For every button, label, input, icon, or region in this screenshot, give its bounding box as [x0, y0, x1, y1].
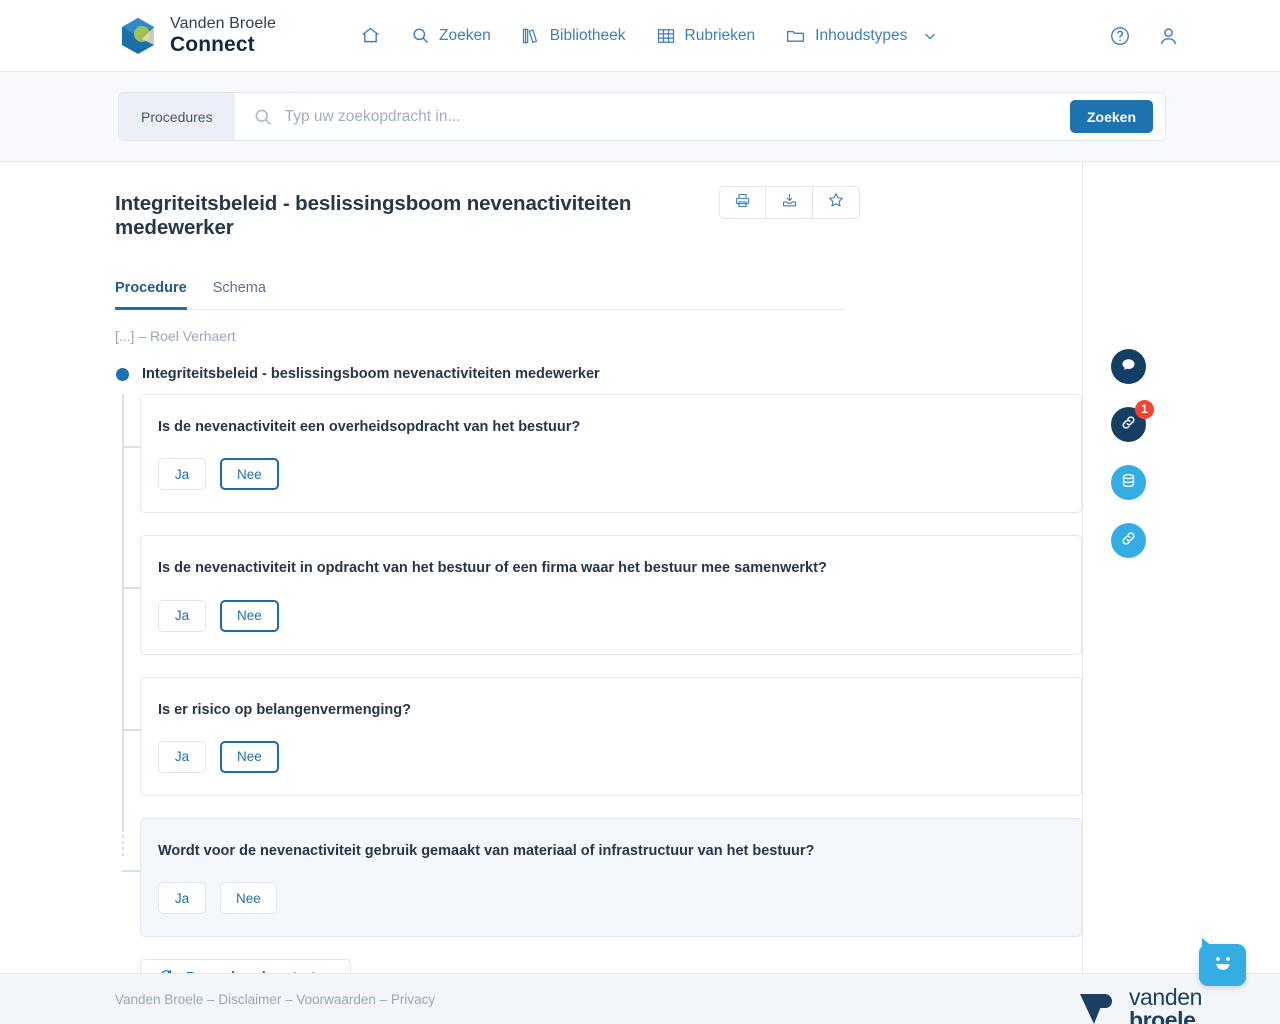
- user-icon[interactable]: [1157, 25, 1180, 48]
- question-text: Is de nevenactiviteit een overheidsopdra…: [158, 417, 1057, 437]
- footer-logo: vanden broele: [1078, 986, 1202, 1024]
- tree-trunk-line: [122, 394, 124, 829]
- right-rail: 1: [1083, 162, 1280, 973]
- tab-schema[interactable]: Schema: [213, 280, 266, 309]
- answer-nee-button[interactable]: Nee: [220, 741, 279, 773]
- grid-icon: [656, 26, 676, 46]
- search-input[interactable]: [285, 108, 1070, 126]
- tree-connector-line: [122, 446, 140, 448]
- books-icon: [521, 26, 541, 46]
- folder-icon: [785, 25, 806, 46]
- brand-logo-group[interactable]: Vanden Broele Connect: [118, 15, 276, 56]
- search-band: Procedures Zoeken: [0, 72, 1280, 162]
- database-icon: [1120, 472, 1137, 494]
- main-navigation: Zoeken Bibliotheek Rubrieken: [360, 25, 939, 46]
- question-card-active: Wordt voor de nevenactiviteit gebruik ge…: [140, 818, 1082, 937]
- document-actions: [719, 186, 860, 219]
- main-area: Integriteitsbeleid - beslissingsboom nev…: [0, 162, 1280, 973]
- answer-group: Ja Nee: [158, 882, 1057, 914]
- links-button[interactable]: 1: [1111, 407, 1146, 442]
- tree-node: Is er risico op belangenvermenging? Ja N…: [140, 677, 1082, 796]
- favorite-button[interactable]: [813, 186, 860, 219]
- tree-node: Is de nevenactiviteit een overheidsopdra…: [140, 394, 1082, 513]
- vanden-broele-mark-icon: [1078, 986, 1120, 1024]
- breadcrumb: [...] – Roel Verhaert: [115, 328, 1082, 344]
- chevron-down-icon[interactable]: [921, 27, 939, 45]
- search-icon: [235, 107, 285, 127]
- answer-group: Ja Nee: [158, 600, 1057, 632]
- nav-inhoudstypes[interactable]: Inhoudstypes: [785, 25, 907, 46]
- nav-bibliotheek[interactable]: Bibliotheek: [521, 26, 626, 46]
- app-header: Vanden Broele Connect Zoeken: [0, 0, 1280, 72]
- tree-connector-line: [122, 587, 140, 589]
- content-column: Integriteitsbeleid - beslissingsboom nev…: [0, 162, 1083, 973]
- nav-home[interactable]: [360, 25, 381, 46]
- header-right-icons: [1109, 0, 1180, 72]
- comment-icon: [1120, 356, 1137, 378]
- nav-bibliotheek-label: Bibliotheek: [550, 27, 626, 45]
- printer-icon: [734, 192, 751, 214]
- answer-ja-button[interactable]: Ja: [158, 882, 206, 914]
- search-scope-selector[interactable]: Procedures: [119, 93, 235, 140]
- tree-node: Is de nevenactiviteit in opdracht van he…: [140, 535, 1082, 654]
- link-icon: [1120, 530, 1137, 552]
- tree-node: Wordt voor de nevenactiviteit gebruik ge…: [140, 818, 1082, 937]
- answer-nee-button[interactable]: Nee: [220, 882, 277, 914]
- nav-inhoudstypes-label: Inhoudstypes: [815, 27, 907, 45]
- brand-name-top: Vanden Broele: [170, 15, 276, 32]
- question-card: Is er risico op belangenvermenging? Ja N…: [140, 677, 1082, 796]
- download-icon: [781, 192, 798, 214]
- related-link-button[interactable]: [1111, 523, 1146, 558]
- question-text: Is de nevenactiviteit in opdracht van he…: [158, 558, 1057, 578]
- nav-zoeken-label: Zoeken: [439, 27, 491, 45]
- comments-button[interactable]: [1111, 349, 1146, 384]
- answer-group: Ja Nee: [158, 458, 1057, 490]
- chat-widget-button[interactable]: [1199, 944, 1246, 986]
- nav-zoeken[interactable]: Zoeken: [411, 26, 491, 45]
- tree-connector-line: [122, 870, 140, 872]
- tree-connector-line: [122, 729, 140, 731]
- tab-procedure[interactable]: Procedure: [115, 280, 187, 310]
- question-text: Is er risico op belangenvermenging?: [158, 700, 1057, 720]
- tree-trunk-dotted-line: [122, 829, 124, 857]
- answer-nee-button[interactable]: Nee: [220, 458, 279, 490]
- app-footer: Vanden Broele – Disclaimer – Voorwaarden…: [0, 973, 1280, 1024]
- chat-smiley-icon: [1210, 953, 1236, 978]
- nav-rubrieken[interactable]: Rubrieken: [656, 26, 756, 46]
- star-icon: [827, 191, 845, 214]
- page-title: Integriteitsbeleid - beslissingsboom nev…: [115, 192, 719, 240]
- links-badge: 1: [1135, 400, 1154, 419]
- question-text: Wordt voor de nevenactiviteit gebruik ge…: [158, 841, 1057, 861]
- nav-rubrieken-label: Rubrieken: [685, 27, 756, 45]
- home-icon: [360, 25, 381, 46]
- database-button[interactable]: [1111, 465, 1146, 500]
- answer-nee-button[interactable]: Nee: [220, 600, 279, 632]
- answer-ja-button[interactable]: Ja: [158, 600, 206, 632]
- answer-ja-button[interactable]: Ja: [158, 458, 206, 490]
- tree-root-dot-icon: [116, 368, 129, 381]
- title-row: Integriteitsbeleid - beslissingsboom nev…: [115, 162, 1082, 240]
- search-icon: [411, 26, 430, 45]
- answer-ja-button[interactable]: Ja: [158, 741, 206, 773]
- footer-logo-line2: broele: [1129, 1007, 1196, 1024]
- question-card: Is de nevenactiviteit in opdracht van he…: [140, 535, 1082, 654]
- download-button[interactable]: [766, 186, 813, 219]
- search-box: Procedures Zoeken: [118, 92, 1166, 141]
- question-card: Is de nevenactiviteit een overheidsopdra…: [140, 394, 1082, 513]
- help-circle-icon[interactable]: [1109, 25, 1131, 47]
- print-button[interactable]: [719, 186, 766, 219]
- vanden-broele-logo-icon: [118, 16, 158, 56]
- brand-name-bottom: Connect: [170, 33, 255, 56]
- decision-tree: Integriteitsbeleid - beslissingsboom nev…: [115, 366, 1082, 997]
- content-tabs: Procedure Schema: [115, 280, 845, 310]
- tree-branches: Is de nevenactiviteit een overheidsopdra…: [115, 394, 1082, 937]
- answer-group: Ja Nee: [158, 741, 1057, 773]
- search-submit-button[interactable]: Zoeken: [1070, 100, 1153, 133]
- footer-links[interactable]: Vanden Broele – Disclaimer – Voorwaarden…: [115, 992, 435, 1007]
- tree-root-label: Integriteitsbeleid - beslissingsboom nev…: [142, 366, 600, 382]
- tree-root: Integriteitsbeleid - beslissingsboom nev…: [115, 366, 1082, 382]
- link-icon: [1120, 414, 1137, 436]
